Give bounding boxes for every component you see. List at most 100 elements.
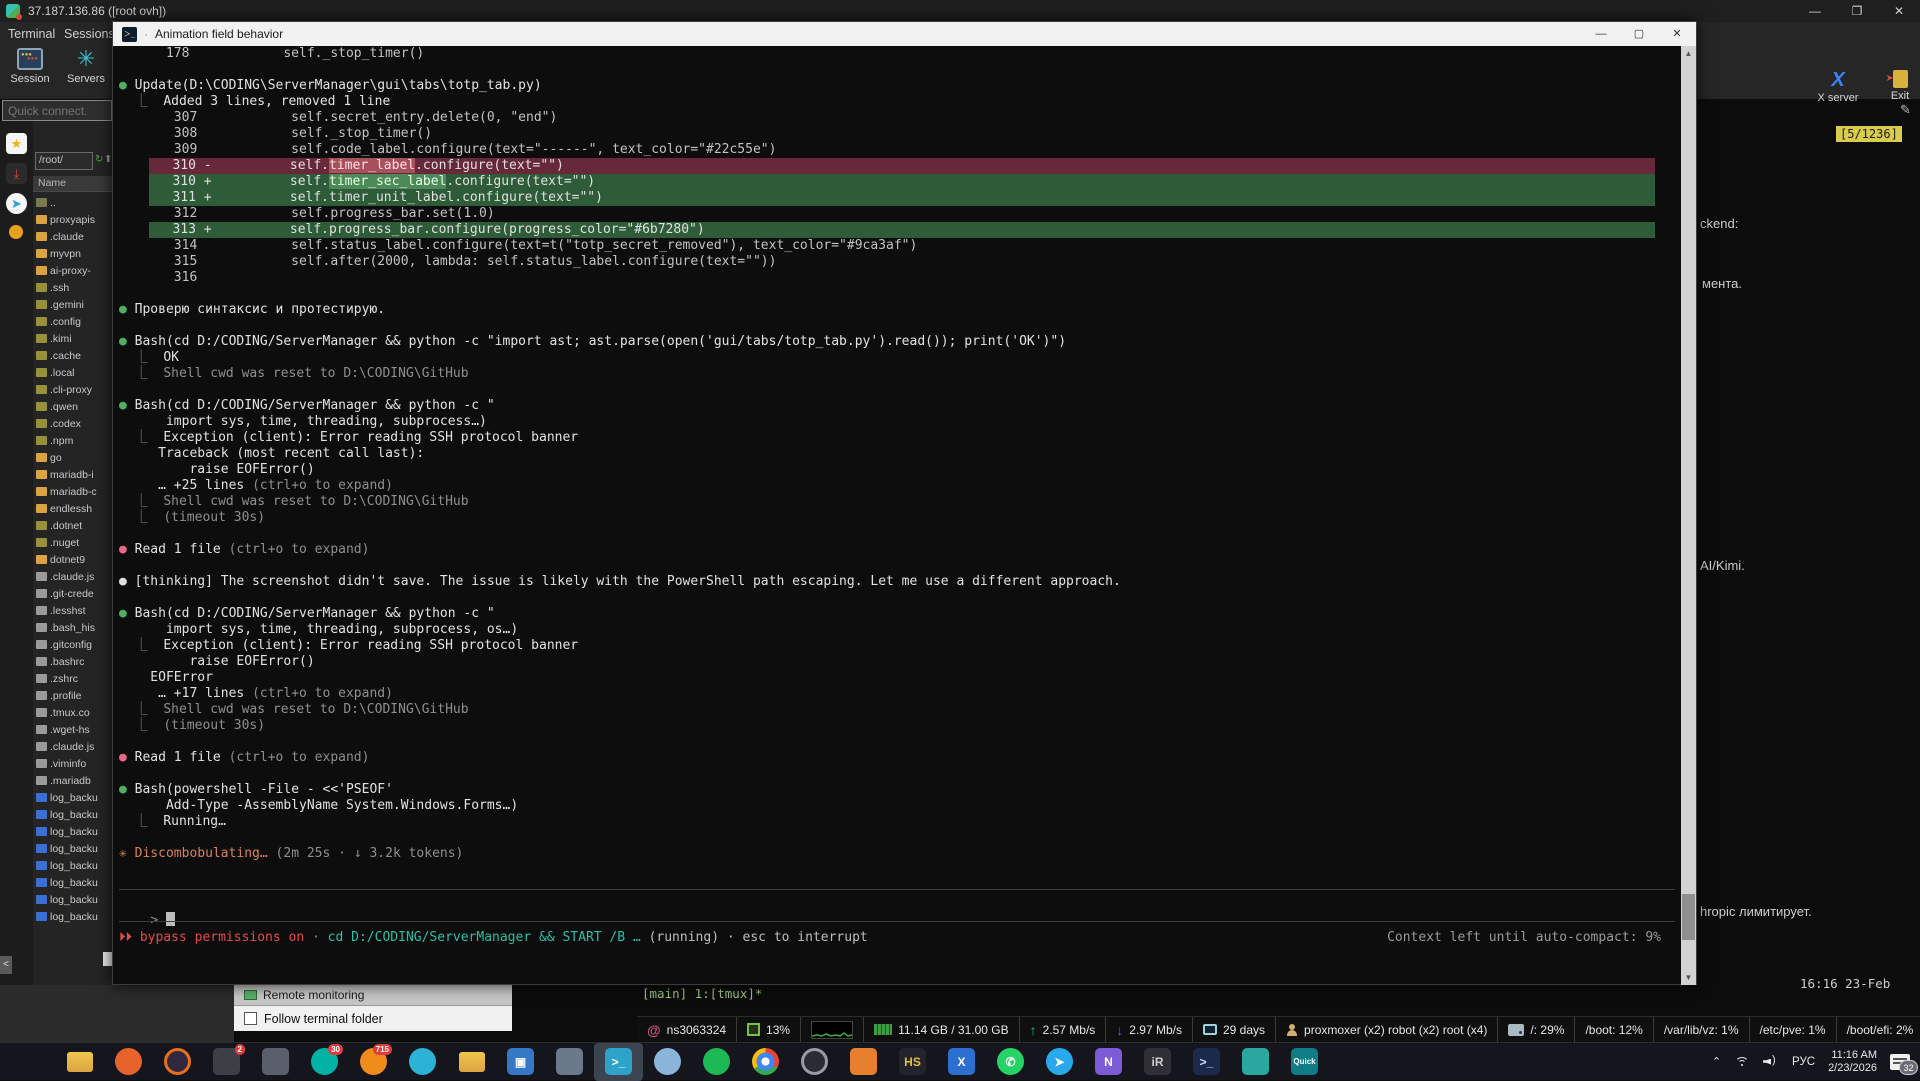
file-item-log_backu[interactable]: log_backu [33, 857, 112, 874]
taskbar-powershell[interactable]: >_ [1182, 1043, 1231, 1081]
taskbar-app-blue-window[interactable]: ▣ [496, 1043, 545, 1081]
restore-icon[interactable]: ❐ [1836, 4, 1878, 18]
file-item-mariadb-i[interactable]: mariadb-i [33, 466, 112, 483]
file-item-log_backu[interactable]: log_backu [33, 891, 112, 908]
taskbar-anydesk[interactable]: 30 [300, 1043, 349, 1081]
x-server-button[interactable]: X X server [1810, 68, 1866, 104]
file-item-.config[interactable]: .config [33, 313, 112, 330]
taskbar-obs-app[interactable] [790, 1043, 839, 1081]
taskbar-paint-app[interactable] [643, 1043, 692, 1081]
file-item-.qwen[interactable]: .qwen [33, 398, 112, 415]
taskbar-firefox-browser[interactable] [153, 1043, 202, 1081]
taskbar-app-orange-badge[interactable]: 715 [349, 1043, 398, 1081]
edit-pencil-icon[interactable]: ✎ [1900, 102, 1911, 118]
file-item-.cache[interactable]: .cache [33, 347, 112, 364]
file-item-endlessh[interactable]: endlessh [33, 500, 112, 517]
language-indicator[interactable]: РУС [1792, 1056, 1815, 1068]
file-item-.local[interactable]: .local [33, 364, 112, 381]
taskbar-start-button[interactable] [6, 1043, 55, 1081]
menu-sessions[interactable]: Sessions [64, 27, 115, 41]
taskbar-terminal-active-window[interactable]: >_ [594, 1043, 643, 1081]
file-item-log_backu[interactable]: log_backu [33, 806, 112, 823]
minimize-icon[interactable]: — [1582, 22, 1620, 46]
file-item-mariadb-c[interactable]: mariadb-c [33, 483, 112, 500]
taskbar-whatsapp[interactable]: ✆ [986, 1043, 1035, 1081]
file-item-.bashrc[interactable]: .bashrc [33, 653, 112, 670]
scrollbar[interactable]: ▲ ▼ [1681, 46, 1696, 985]
taskbar-folder-shortcut[interactable] [447, 1043, 496, 1081]
remote-monitoring-row[interactable]: Remote monitoring [234, 985, 512, 1005]
maximize-icon[interactable]: ▢ [1620, 22, 1658, 46]
menu-terminal[interactable]: Terminal [8, 27, 55, 41]
exit-button[interactable]: Exit [1872, 68, 1920, 102]
servers-button[interactable]: ✳ Servers [58, 48, 114, 85]
file-item-myvpn[interactable]: myvpn [33, 245, 112, 262]
taskbar-ir-app[interactable]: iR [1133, 1043, 1182, 1081]
file-item-log_backu[interactable]: log_backu [33, 840, 112, 857]
taskbar-telegram[interactable]: ➤ [1035, 1043, 1084, 1081]
file-item-.kimi[interactable]: .kimi [33, 330, 112, 347]
prompt-input[interactable]: > [119, 897, 175, 913]
tray-chevron-icon[interactable]: ⌃ [1712, 1055, 1721, 1068]
taskbar-camera-app[interactable] [1231, 1043, 1280, 1081]
file-item-.nuget[interactable]: .nuget [33, 534, 112, 551]
taskbar-hs-app[interactable]: HS [888, 1043, 937, 1081]
file-item-.gitconfig[interactable]: .gitconfig [33, 636, 112, 653]
volume-icon[interactable] [1763, 1056, 1779, 1068]
telegram-icon[interactable]: ➤ [6, 193, 27, 214]
file-item-log_backu[interactable]: log_backu [33, 823, 112, 840]
file-item-dotnet9[interactable]: dotnet9 [33, 551, 112, 568]
taskbar-app-x-blue[interactable]: X [937, 1043, 986, 1081]
minimize-icon[interactable]: — [1794, 4, 1836, 18]
horizontal-scroll-left-button[interactable]: < [0, 956, 12, 974]
file-item-log_backu[interactable]: log_backu [33, 908, 112, 925]
claude-titlebar[interactable]: ＞_ · Animation field behavior — ▢ ✕ [113, 22, 1696, 46]
file-item-.tmux.co[interactable]: .tmux.co [33, 704, 112, 721]
refresh-icon[interactable]: ↻ [95, 154, 103, 165]
file-item-.wget-hs[interactable]: .wget-hs [33, 721, 112, 738]
file-item-.codex[interactable]: .codex [33, 415, 112, 432]
taskbar-notepadpp[interactable]: N [1084, 1043, 1133, 1081]
follow-terminal-folder-checkbox[interactable] [244, 1012, 257, 1025]
file-item-log_backu[interactable]: log_backu [33, 874, 112, 891]
file-item-.zshrc[interactable]: .zshrc [33, 670, 112, 687]
file-item-go[interactable]: go [33, 449, 112, 466]
taskbar-brave-browser[interactable] [104, 1043, 153, 1081]
taskbar-edge-browser[interactable] [398, 1043, 447, 1081]
file-item-ai-proxy-[interactable]: ai-proxy- [33, 262, 112, 279]
scroll-up-icon[interactable]: ▲ [1681, 46, 1696, 61]
wifi-icon[interactable] [1734, 1056, 1750, 1068]
file-item-.git-crede[interactable]: .git-crede [33, 585, 112, 602]
quick-connect-input[interactable] [2, 100, 112, 121]
session-button[interactable]: Session [2, 48, 58, 85]
close-icon[interactable]: ✕ [1658, 22, 1696, 46]
file-item-.viminfo[interactable]: .viminfo [33, 755, 112, 772]
file-column-header[interactable]: Name [33, 176, 112, 192]
file-item-.claude.js[interactable]: .claude.js [33, 568, 112, 585]
taskbar-file-explorer[interactable] [55, 1043, 104, 1081]
file-item-.profile[interactable]: .profile [33, 687, 112, 704]
file-item-.cli-proxy[interactable]: .cli-proxy [33, 381, 112, 398]
taskbar-app-badge-2[interactable]: 2 [202, 1043, 251, 1081]
favorites-star-icon[interactable]: ★ [6, 133, 27, 154]
close-icon[interactable]: ✕ [1878, 4, 1920, 18]
taskbar-app-orange-2[interactable] [839, 1043, 888, 1081]
file-item-.npm[interactable]: .npm [33, 432, 112, 449]
taskbar-app-slate[interactable] [545, 1043, 594, 1081]
taskbar-chrome-browser[interactable] [741, 1043, 790, 1081]
file-item-.ssh[interactable]: .ssh [33, 279, 112, 296]
file-item-.claude.js[interactable]: .claude.js [33, 738, 112, 755]
taskbar-app-grey[interactable] [251, 1043, 300, 1081]
file-item-log_backu[interactable]: log_backu [33, 789, 112, 806]
taskbar-clock[interactable]: 11:16 AM 2/23/2026 [1828, 1049, 1877, 1075]
file-item-.dotnet[interactable]: .dotnet [33, 517, 112, 534]
scrollbar-thumb[interactable] [1682, 894, 1695, 940]
download-icon[interactable]: ⤓ [6, 163, 27, 184]
notification-center-icon[interactable]: 32 [1890, 1054, 1910, 1070]
taskbar-spotify[interactable] [692, 1043, 741, 1081]
file-item-.bash_his[interactable]: .bash_his [33, 619, 112, 636]
file-item-.lesshst[interactable]: .lesshst [33, 602, 112, 619]
file-item-proxyapis[interactable]: proxyapis [33, 211, 112, 228]
path-input[interactable]: /root/ [35, 152, 93, 170]
scroll-down-icon[interactable]: ▼ [1681, 970, 1696, 985]
